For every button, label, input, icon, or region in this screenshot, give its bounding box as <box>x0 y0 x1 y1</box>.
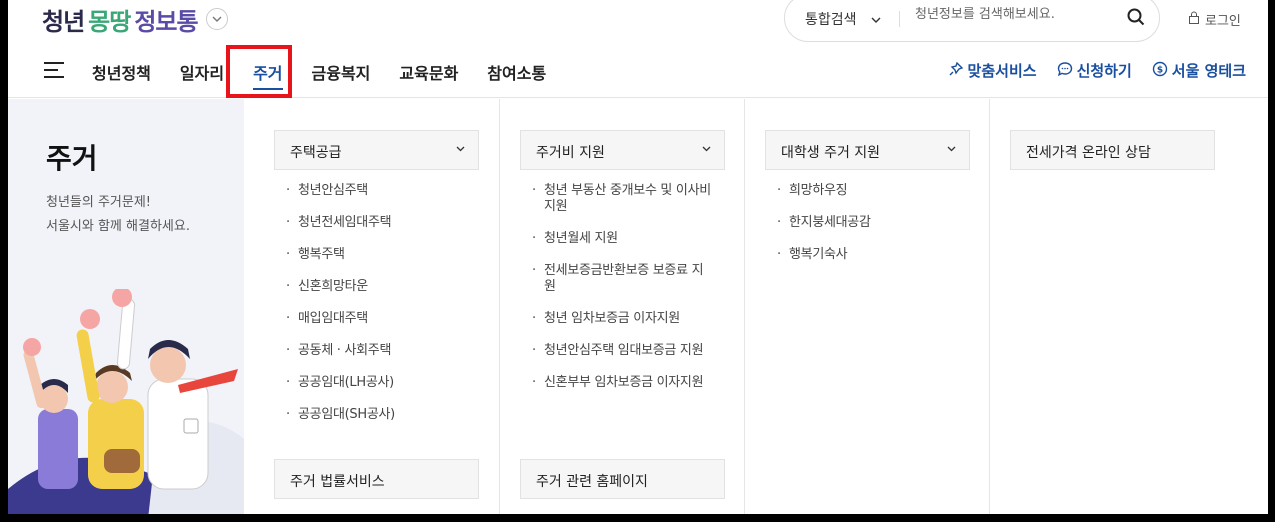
list-item[interactable]: 공공임대(SH공사) <box>286 407 466 423</box>
list-item[interactable]: 청년안심주택 임대보증금 지원 <box>532 343 712 359</box>
list-item[interactable]: 공동체 · 사회주택 <box>286 343 466 359</box>
coin-icon: $ <box>1152 61 1168 81</box>
list-item[interactable]: 전세보증금반환보증 보증료 지원 <box>532 263 712 295</box>
list-item[interactable]: 행복주택 <box>286 247 466 263</box>
housing-mega-menu: 주거 청년들의 주거문제! 서울시와 함께 해결하세요. 주택공급 · 청년안심… <box>8 99 1268 514</box>
mega-column-student-housing: 대학생 주거 지원 희망하우징 한지붕세대공감 행복기숙사 <box>745 99 990 514</box>
dropdown-student-housing-label: 대학생 주거 지원 <box>781 145 881 161</box>
seoul-youngtech-label: 서울 영테크 <box>1171 62 1246 80</box>
chat-icon <box>1057 61 1073 81</box>
site-logo[interactable]: 청년 몽땅 정보통 <box>42 4 228 36</box>
list-item[interactable]: 청년전세임대주택 <box>286 215 466 231</box>
list-item[interactable]: 매입임대주택 <box>286 311 466 327</box>
nav-item-participation[interactable]: 참여소통 <box>487 60 546 84</box>
search-scope-select[interactable]: 통합검색 <box>805 9 881 29</box>
list-item[interactable]: 신혼부부 임차보증금 이자지원 <box>532 375 712 391</box>
housing-supply-list: 청년안심주택 청년전세임대주택 행복주택 신혼희망타운 매입임대주택 공동체 ·… <box>286 183 466 439</box>
hamburger-menu-icon[interactable] <box>44 62 64 80</box>
housing-homepage-label: 주거 관련 홈페이지 <box>536 474 648 490</box>
nav-right-links: 맞춤서비스 신청하기 $ 서울 영테크 <box>948 60 1246 81</box>
jeonse-online-consult-button[interactable]: 전세가격 온라인 상담 <box>1010 130 1215 170</box>
nav-item-jobs[interactable]: 일자리 <box>180 60 224 84</box>
list-item[interactable]: 청년 부동산 중개보수 및 이사비 지원 <box>532 183 712 215</box>
page-frame: 청년몽땅정보통 통합검색 로그인 <box>8 0 1268 514</box>
list-item[interactable]: 청년 임차보증금 이자지원 <box>532 311 712 327</box>
search-input[interactable] <box>915 7 1115 22</box>
search-icon[interactable] <box>1123 4 1149 30</box>
seoul-youngtech-link[interactable]: $ 서울 영테크 <box>1152 60 1246 81</box>
dropdown-student-housing[interactable]: 대학생 주거 지원 <box>765 130 970 170</box>
top-bar: 청년몽땅정보통 통합검색 로그인 <box>8 0 1268 44</box>
housing-highlight-box <box>226 45 292 98</box>
dropdown-housing-cost-support-label: 주거비 지원 <box>536 145 605 161</box>
mega-side-panel: 주거 청년들의 주거문제! 서울시와 함께 해결하세요. <box>8 99 244 514</box>
nav-item-youth-policy[interactable]: 청년정책 <box>92 60 151 84</box>
list-item[interactable]: 신혼희망타운 <box>286 279 466 295</box>
search-box: 통합검색 <box>784 0 1160 42</box>
mega-column-housing-cost-support: 주거비 지원 청년 부동산 중개보수 및 이사비 지원 청년월세 지원 전세보증… <box>500 99 745 514</box>
housing-legal-service-button[interactable]: 주거 법률서비스 <box>274 459 479 499</box>
mega-column-housing-supply: 주택공급 청년안심주택 청년전세임대주택 행복주택 신혼희망타운 매입임대주택 … <box>244 99 500 514</box>
cheering-youth-illustration <box>8 289 244 514</box>
housing-homepage-button[interactable]: 주거 관련 홈페이지 <box>520 459 725 499</box>
dropdown-housing-cost-support[interactable]: 주거비 지원 <box>520 130 725 170</box>
dropdown-housing-supply[interactable]: 주택공급 <box>274 130 479 170</box>
chevron-down-icon[interactable] <box>205 8 228 30</box>
chevron-down-icon <box>702 141 711 155</box>
housing-legal-service-label: 주거 법률서비스 <box>290 474 385 490</box>
chevron-down-icon <box>871 11 881 27</box>
mega-column-jeonse-consult: 전세가격 온라인 상담 <box>990 99 1268 514</box>
nav-item-education-culture[interactable]: 교육문화 <box>399 60 458 84</box>
search-scope-label: 통합검색 <box>805 12 857 28</box>
list-item[interactable]: 행복기숙사 <box>777 247 957 263</box>
apply-link[interactable]: 신청하기 <box>1057 60 1132 81</box>
list-item[interactable]: 한지붕세대공감 <box>777 215 957 231</box>
apply-label: 신청하기 <box>1076 62 1132 80</box>
mega-title: 주거 <box>46 142 98 175</box>
custom-service-label: 맞춤서비스 <box>967 62 1037 80</box>
svg-text:$: $ <box>1157 65 1163 75</box>
lock-icon <box>1188 11 1200 28</box>
jeonse-online-consult-label: 전세가격 온라인 상담 <box>1026 145 1151 161</box>
pin-icon <box>948 61 964 81</box>
dropdown-housing-supply-label: 주택공급 <box>290 145 342 161</box>
logo-part-2: 몽땅 <box>88 7 131 36</box>
nav-items: 청년정책 일자리 주거 금융복지 교육문화 참여소통 <box>92 60 575 90</box>
logo-part-3: 정보통 <box>134 7 198 36</box>
custom-service-link[interactable]: 맞춤서비스 <box>948 60 1037 81</box>
search-divider <box>899 11 900 27</box>
list-item[interactable]: 청년월세 지원 <box>532 231 712 247</box>
main-nav: 청년정책 일자리 주거 금융복지 교육문화 참여소통 맞춤서비스 신청하기 $ … <box>8 45 1268 98</box>
list-item[interactable]: 희망하우징 <box>777 183 957 199</box>
mega-desc-line-1: 청년들의 주거문제! <box>46 195 152 210</box>
logo-part-1: 청년 <box>42 7 85 36</box>
list-item[interactable]: 청년안심주택 <box>286 183 466 199</box>
list-item[interactable]: 공공임대(LH공사) <box>286 375 466 391</box>
nav-item-finance-welfare[interactable]: 금융복지 <box>312 60 371 84</box>
login-label: 로그인 <box>1205 14 1241 29</box>
chevron-down-icon <box>456 141 465 155</box>
mega-desc-line-2: 서울시와 함께 해결하세요. <box>46 219 190 234</box>
student-housing-list: 희망하우징 한지붕세대공감 행복기숙사 <box>777 183 957 279</box>
chevron-down-icon <box>947 141 956 155</box>
housing-cost-support-list: 청년 부동산 중개보수 및 이사비 지원 청년월세 지원 전세보증금반환보증 보… <box>532 183 712 407</box>
mega-description: 청년들의 주거문제! 서울시와 함께 해결하세요. <box>46 191 190 239</box>
login-link[interactable]: 로그인 <box>1188 10 1241 29</box>
